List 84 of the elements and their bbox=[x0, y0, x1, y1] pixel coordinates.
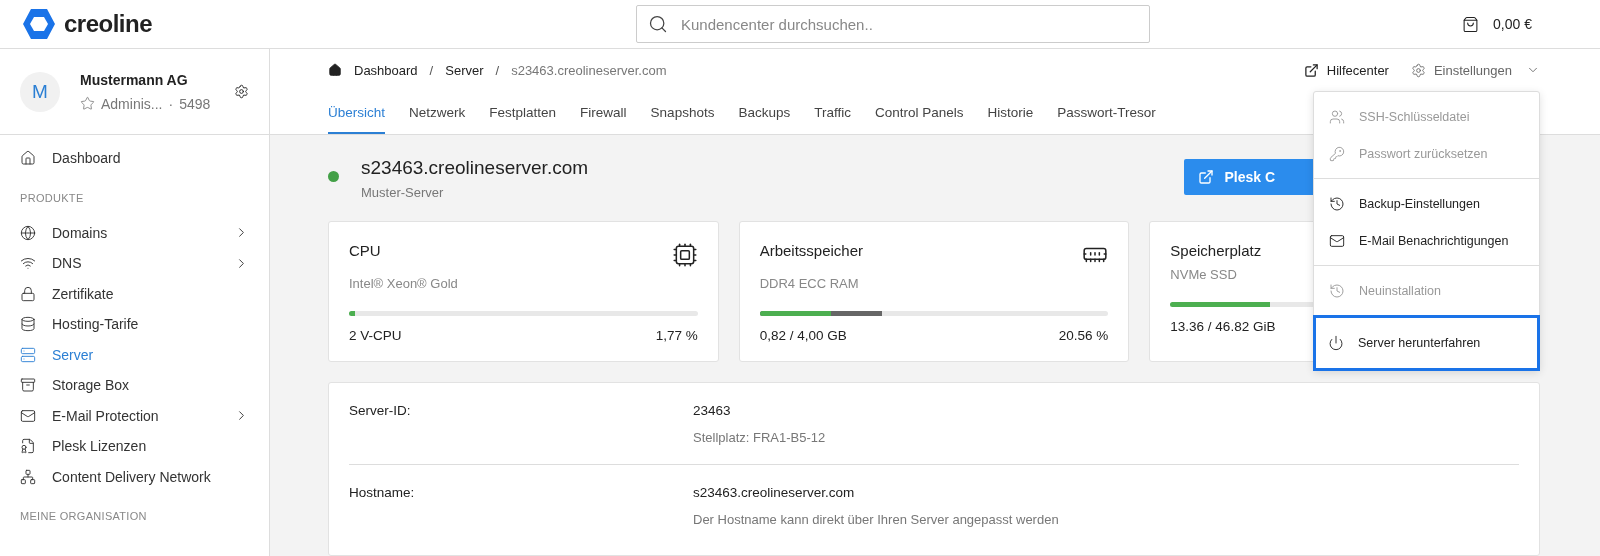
history-icon bbox=[1329, 195, 1345, 212]
breadcrumb-separator: / bbox=[429, 62, 434, 78]
home-icon bbox=[20, 150, 36, 167]
usage-amount: 13.36 / 46.82 GiB bbox=[1170, 319, 1276, 334]
external-link-icon bbox=[1198, 169, 1215, 185]
breadcrumb-link[interactable]: s23463.creolineserver.com bbox=[511, 62, 667, 78]
usage-percent: 1,77 % bbox=[655, 328, 698, 343]
usage-amount: 2 V-CPU bbox=[349, 328, 402, 343]
cpu-icon bbox=[671, 242, 698, 268]
menu-item[interactable]: Server herunterfahren bbox=[1313, 315, 1540, 371]
star-icon[interactable] bbox=[80, 96, 95, 111]
card-subtitle: DDR4 ECC RAM bbox=[759, 276, 859, 291]
mail-icon bbox=[20, 407, 36, 424]
card-title: Speicherplatz bbox=[1170, 242, 1262, 259]
search-icon bbox=[648, 14, 668, 34]
help-center-link[interactable]: Hilfecenter bbox=[1303, 62, 1389, 78]
detail-label: Server-ID: bbox=[349, 403, 412, 420]
sidebar-item[interactable]: Hosting-Tarife bbox=[20, 309, 249, 340]
lock-icon bbox=[20, 285, 36, 302]
section-heading: MEINE ORGANISATION bbox=[20, 510, 148, 522]
breadcrumb-link[interactable]: Server bbox=[445, 62, 484, 78]
key-icon bbox=[1329, 145, 1345, 162]
sidebar-item[interactable]: Content Delivery Network bbox=[20, 461, 249, 492]
server-hostname: s23463.creolineserver.com bbox=[361, 157, 590, 179]
detail-label: Hostname: bbox=[349, 485, 416, 502]
tab[interactable]: Firewall bbox=[580, 95, 627, 134]
tab[interactable]: Historie bbox=[987, 95, 1034, 134]
sidebar-item[interactable]: DNS bbox=[20, 248, 249, 279]
sidebar-item[interactable]: Domains bbox=[20, 217, 249, 248]
home-icon[interactable] bbox=[328, 63, 342, 77]
tab[interactable]: Netzwerk bbox=[409, 95, 466, 134]
usage-amount: 0,82 / 4,00 GB bbox=[759, 328, 847, 343]
tab[interactable]: Passwort-Tresor bbox=[1057, 95, 1156, 134]
server-name: Muster-Server bbox=[361, 185, 445, 200]
mail-icon bbox=[1329, 232, 1345, 249]
globe-icon bbox=[20, 224, 36, 241]
role-text: Adminis... bbox=[101, 95, 163, 112]
tab[interactable]: Snapshots bbox=[650, 95, 715, 134]
history-icon bbox=[1329, 282, 1345, 299]
sidebar-item[interactable]: Dashboard bbox=[20, 143, 249, 174]
shopping-bag-icon[interactable] bbox=[1462, 15, 1480, 33]
server-icon bbox=[20, 346, 36, 363]
sidebar-item[interactable]: Plesk Lizenzen bbox=[20, 431, 249, 462]
organization-name: Mustermann AG bbox=[80, 71, 189, 88]
sidebar-item[interactable]: E-Mail Protection bbox=[20, 400, 249, 431]
breadcrumb-separator: / bbox=[495, 62, 500, 78]
card-title: CPU bbox=[349, 242, 381, 261]
avatar: M bbox=[20, 71, 60, 112]
menu-item[interactable]: E-Mail Benachrichtigungen bbox=[1314, 222, 1539, 259]
wifi-icon bbox=[20, 255, 36, 272]
sidebar-item[interactable]: Zertifikate bbox=[20, 278, 249, 309]
separator-dot: · bbox=[168, 95, 174, 112]
network-icon bbox=[20, 468, 36, 485]
logo-text[interactable]: creoline bbox=[64, 10, 153, 38]
section-heading: PRODUKTE bbox=[20, 191, 85, 204]
users-icon bbox=[1329, 108, 1345, 125]
menu-item[interactable]: Backup-Einstellungen bbox=[1314, 185, 1539, 222]
archive-icon bbox=[20, 377, 36, 394]
sidebar-item[interactable]: Storage Box bbox=[20, 370, 249, 401]
detail-note: Der Hostname kann direkt über Ihren Server angepasst werden bbox=[693, 512, 1060, 527]
tab[interactable]: Traffic bbox=[814, 95, 851, 134]
tab[interactable]: Control Panels bbox=[874, 95, 964, 134]
external-link-icon bbox=[1303, 62, 1319, 78]
card-title: Arbeitsspeicher bbox=[759, 242, 864, 261]
search-field[interactable]: Kundencenter durchsuchen.. bbox=[636, 5, 1150, 43]
customer-number: 5498 bbox=[179, 95, 211, 112]
settings-icon[interactable] bbox=[234, 84, 249, 99]
tab[interactable]: Festplatten bbox=[489, 95, 557, 134]
cart-total[interactable]: 0,00 € bbox=[1493, 16, 1532, 32]
database-icon bbox=[20, 316, 36, 333]
usage-percent: 20.56 % bbox=[1058, 328, 1109, 343]
sidebar-item[interactable]: Server bbox=[20, 339, 249, 370]
tab[interactable]: Backups bbox=[738, 95, 791, 134]
settings-dropdown[interactable]: Einstellungen bbox=[1410, 62, 1540, 78]
power-icon bbox=[1328, 335, 1344, 351]
detail-value: 23463 bbox=[693, 403, 732, 418]
file-badge-icon bbox=[20, 438, 36, 455]
settings-icon bbox=[1410, 62, 1426, 78]
logo-icon bbox=[22, 8, 56, 40]
card-subtitle: NVMe SSD bbox=[1170, 267, 1237, 282]
detail-note: Stellplatz: FRA1-B5-12 bbox=[693, 430, 827, 445]
detail-value: s23463.creolineserver.com bbox=[693, 485, 856, 500]
card-subtitle: Intel® Xeon® Gold bbox=[349, 276, 458, 291]
breadcrumb-link[interactable]: Dashboard bbox=[354, 62, 418, 78]
